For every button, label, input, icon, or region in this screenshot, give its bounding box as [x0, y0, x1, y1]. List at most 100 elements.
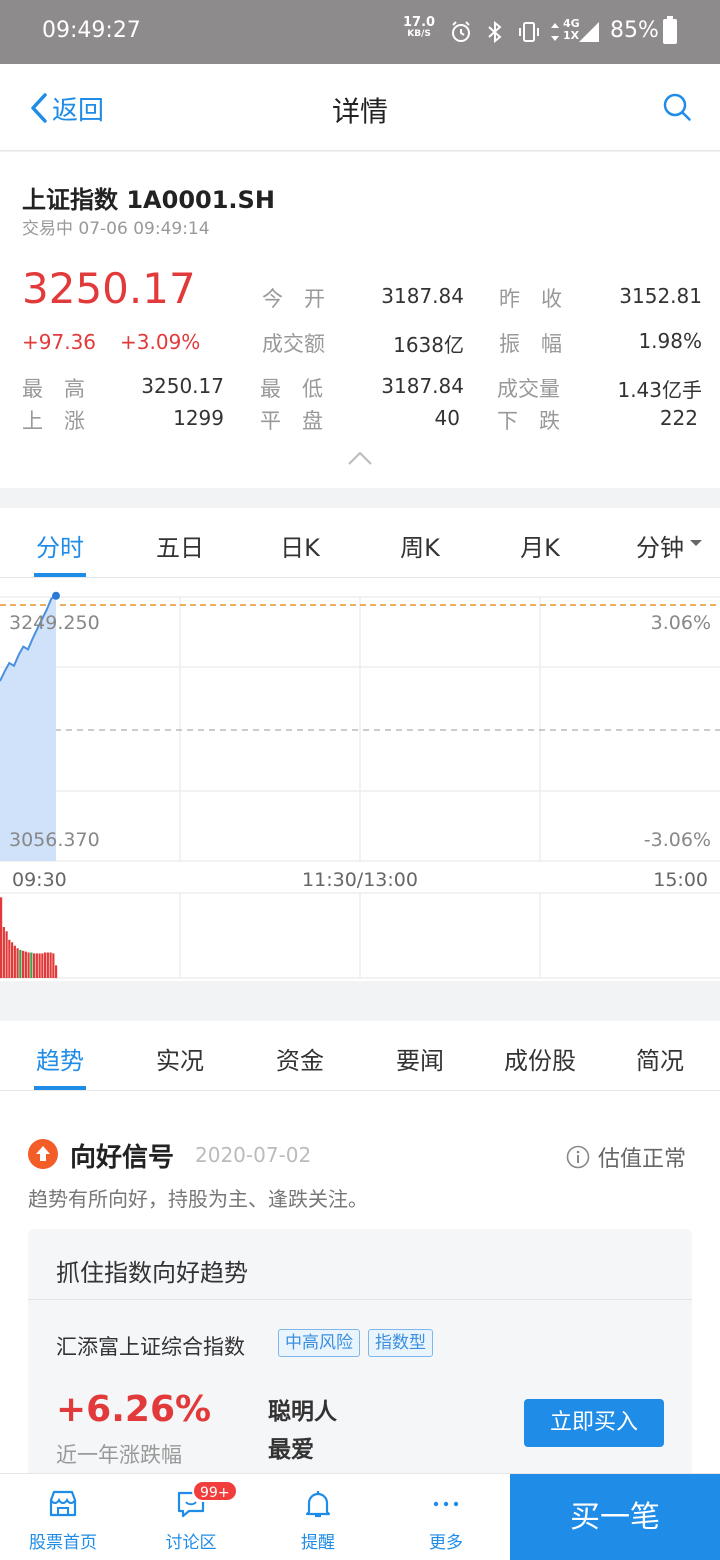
volume-bar [8, 939, 11, 979]
volume-bar [27, 952, 30, 978]
fund-name: 汇添富上证综合指数 [56, 1335, 245, 1359]
prev-close-label: 昨 收 [499, 287, 562, 311]
valuation-text: 估值正常 [598, 1147, 687, 1172]
buy-one-button[interactable]: 买一笔 [510, 1474, 720, 1560]
nav-home[interactable]: 股票首页 [0, 1474, 126, 1560]
more-dots-icon [433, 1501, 459, 1507]
chevron-down-icon [690, 540, 702, 546]
trading-status: 交易中 07-06 09:49:14 [22, 219, 210, 239]
section-tabs: 趋势 实况 资金 要闻 成份股 简况 [0, 1021, 720, 1091]
tab-five-day[interactable]: 五日 [130, 528, 230, 563]
volume-bar [0, 897, 3, 979]
chart-tabs: 分时 五日 日K 周K 月K 分钟 [0, 508, 720, 578]
nav-discuss-label: 讨论区 [165, 1533, 217, 1553]
nav-remind-label: 提醒 [301, 1533, 335, 1553]
flat-value: 40 [434, 406, 460, 430]
price-change: +97.36 [22, 330, 97, 354]
low-label: 最 低 [260, 377, 323, 401]
card-title: 抓住指数向好趋势 [56, 1259, 248, 1287]
volume-bar [16, 948, 19, 978]
down-label: 下 跌 [497, 409, 560, 433]
volume-value: 1.43亿手 [617, 378, 702, 402]
data-arrows-icon [551, 23, 559, 41]
volume-bar [5, 931, 8, 979]
signal-icon [579, 22, 599, 42]
nav-remind[interactable]: 提醒 [255, 1474, 381, 1560]
volume-bar [11, 942, 14, 978]
tab-weekly-k[interactable]: 周K [370, 528, 470, 563]
open-label: 今 开 [262, 287, 325, 311]
active-tab-indicator [34, 573, 86, 577]
y-label-top: 3249.250 [9, 612, 100, 634]
tab-constituents[interactable]: 成份股 [480, 1041, 600, 1076]
index-name: 上证指数 1A0001.SH [22, 186, 275, 214]
tab-news[interactable]: 要闻 [360, 1041, 480, 1076]
intraday-chart[interactable] [0, 578, 720, 981]
info-icon [566, 1145, 590, 1169]
up-arrow-icon [28, 1139, 58, 1169]
tab-profile[interactable]: 简况 [600, 1041, 720, 1076]
x-label-close: 15:00 [653, 869, 708, 891]
amplitude-value: 1.98% [638, 329, 702, 353]
prev-close-value: 3152.81 [619, 284, 702, 308]
store-icon [49, 1490, 77, 1517]
tab-monthly-k[interactable]: 月K [490, 528, 590, 563]
battery-icon [663, 16, 677, 44]
pct-label-top: 3.06% [650, 612, 711, 634]
bluetooth-icon [488, 20, 502, 44]
nav-discuss[interactable]: 99+ 讨论区 [128, 1474, 254, 1560]
volume-bar [24, 951, 27, 978]
volume-bar [2, 927, 5, 978]
type-tag: 指数型 [368, 1329, 433, 1357]
fund-card[interactable]: 抓住指数向好趋势 汇添富上证综合指数 中高风险 指数型 +6.26% 近一年涨跌… [28, 1229, 692, 1473]
info-panel: 趋势 实况 资金 要闻 成份股 简况 向好信号 2020-07-02 估值正常 … [0, 1021, 720, 1473]
tab-trend[interactable]: 趋势 [0, 1041, 120, 1076]
status-time: 09:49:27 [42, 18, 141, 43]
fund-return: +6.26% [56, 1389, 212, 1430]
nav-bar: 返回 详情 [0, 64, 720, 151]
amplitude-label: 振 幅 [499, 332, 562, 356]
nav-home-label: 股票首页 [29, 1533, 97, 1553]
x-label-open: 09:30 [12, 869, 67, 891]
signal-title: 向好信号 [70, 1143, 175, 1173]
volume-bar [41, 953, 44, 978]
high-label: 最 高 [22, 377, 85, 401]
valuation-info[interactable]: 估值正常 [566, 1141, 686, 1173]
chart-grid [0, 596, 720, 979]
bottom-nav: 股票首页 99+ 讨论区 提醒 更多 买一笔 [0, 1473, 720, 1560]
low-value: 3187.84 [381, 374, 464, 398]
risk-tag: 中高风险 [278, 1329, 360, 1357]
search-icon[interactable] [662, 92, 692, 122]
tab-funds[interactable]: 资金 [240, 1041, 360, 1076]
up-label: 上 涨 [22, 409, 85, 433]
tab-daily-k[interactable]: 日K [250, 528, 350, 563]
nav-more[interactable]: 更多 [383, 1474, 509, 1560]
quote-panel: 上证指数 1A0001.SH 交易中 07-06 09:49:14 3250.1… [0, 152, 720, 488]
chart-panel: 分时 五日 日K 周K 月K 分钟 3249.250 3056.370 3.06… [0, 508, 720, 981]
latest-price-dot [52, 591, 60, 600]
volume-bar [44, 952, 47, 978]
volume-bar [22, 950, 25, 978]
tab-live[interactable]: 实况 [120, 1041, 240, 1076]
volume-bar [52, 953, 55, 978]
amount-value: 1638亿 [393, 333, 464, 357]
volume-bar [55, 965, 58, 979]
tab-intraday[interactable]: 分时 [10, 528, 110, 563]
volume-bar [35, 953, 38, 978]
alarm-icon [452, 21, 470, 42]
collapse-chevron-icon[interactable] [347, 450, 373, 466]
volume-bar [46, 952, 49, 978]
volume-bar [38, 953, 41, 978]
down-value: 222 [659, 406, 698, 430]
price-area [0, 595, 56, 861]
active-tab-indicator [34, 1086, 86, 1090]
battery-percent: 85% [610, 18, 659, 43]
volume-bar [49, 952, 52, 978]
status-bar: 09:49:27 17.0 KB/S 4G 1X 85% [0, 0, 720, 64]
up-value: 1299 [173, 406, 224, 430]
buy-now-button[interactable]: 立即买入 [524, 1399, 664, 1447]
x-label-midday: 11:30/13:00 [302, 869, 418, 891]
volume-bar [13, 945, 16, 978]
divider [28, 1299, 692, 1300]
fund-return-label: 近一年涨跌幅 [56, 1443, 182, 1467]
